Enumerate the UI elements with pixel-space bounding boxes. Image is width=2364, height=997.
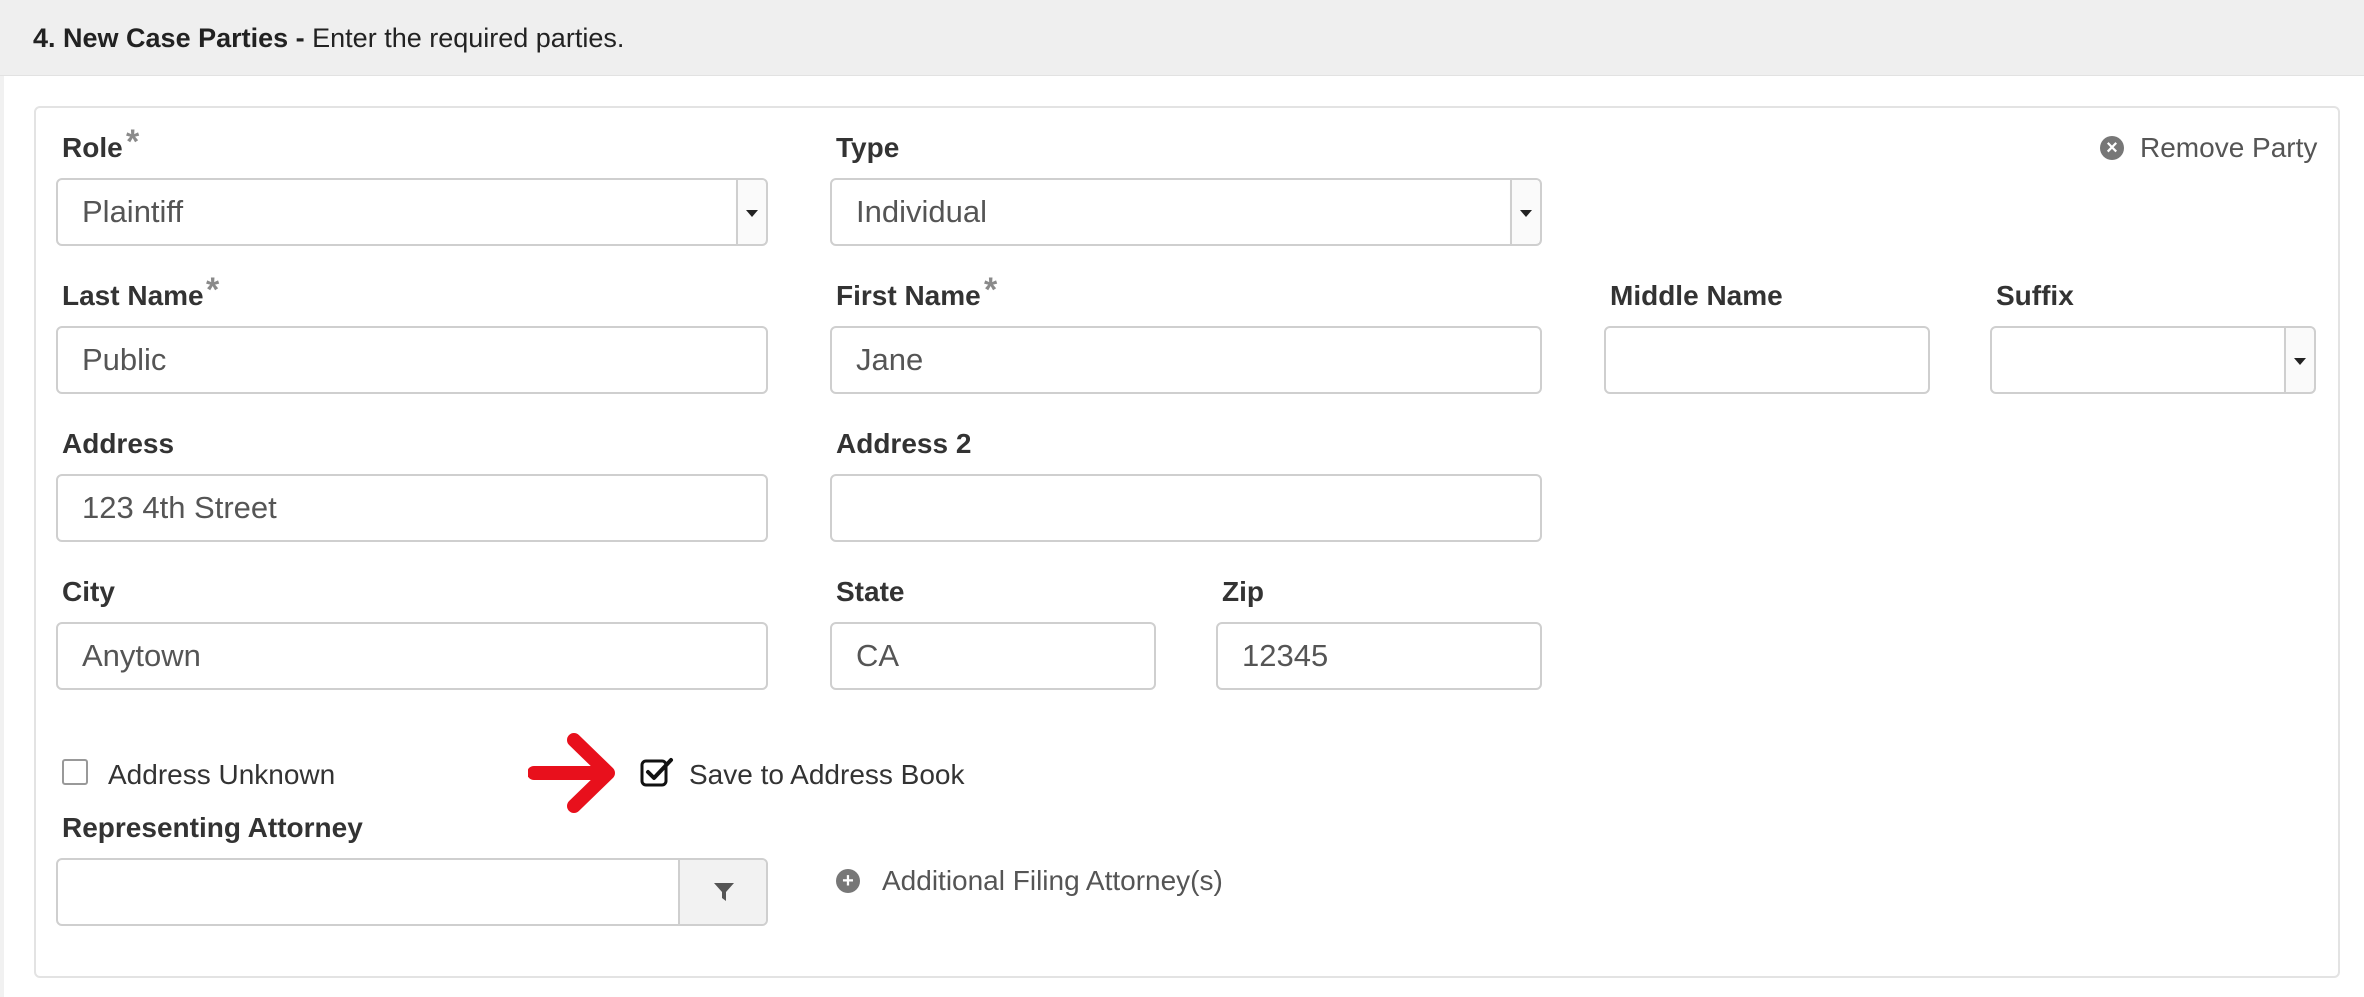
step-title: 4. New Case Parties - — [33, 23, 305, 53]
first-name-required-marker: * — [984, 271, 998, 309]
additional-filing-attorneys-link[interactable]: Additional Filing Attorney(s) — [882, 865, 1223, 897]
role-dropdown-caret[interactable] — [736, 180, 766, 244]
suffix-select[interactable] — [1990, 326, 2316, 394]
filter-icon — [714, 883, 734, 901]
chevron-down-icon — [746, 210, 758, 217]
save-to-address-book-label: Save to Address Book — [689, 759, 965, 790]
type-select[interactable]: Individual — [830, 178, 1542, 246]
last-name-input[interactable]: Public — [56, 326, 768, 394]
chevron-down-icon — [2294, 358, 2306, 365]
first-name-input[interactable]: Jane — [830, 326, 1542, 394]
zip-label: Zip — [1222, 576, 1264, 607]
address-unknown-label: Address Unknown — [108, 759, 336, 790]
first-name-label: First Name — [836, 280, 981, 311]
last-name-required-marker: * — [206, 271, 220, 309]
type-dropdown-caret[interactable] — [1510, 180, 1540, 244]
remove-party-link[interactable]: Remove Party — [2140, 132, 2317, 164]
chevron-down-icon — [1520, 210, 1532, 217]
representing-attorney-input[interactable] — [56, 858, 768, 926]
plus-circle-icon[interactable]: + — [836, 869, 860, 893]
middle-name-input[interactable] — [1604, 326, 1930, 394]
annotation-arrow-icon — [528, 733, 615, 813]
zip-input[interactable]: 12345 — [1216, 622, 1542, 690]
last-name-label: Last Name — [62, 280, 204, 311]
role-select[interactable]: Plaintiff — [56, 178, 768, 246]
address-label: Address — [62, 428, 175, 459]
suffix-label: Suffix — [1996, 280, 2074, 311]
address2-input[interactable] — [830, 474, 1542, 542]
left-rule — [0, 76, 4, 997]
role-required-marker: * — [126, 123, 140, 161]
state-input[interactable]: CA — [830, 622, 1156, 690]
address2-label: Address 2 — [836, 428, 972, 459]
attorney-filter-button[interactable] — [678, 860, 766, 924]
section-header: 4. New Case Parties - Enter the required… — [0, 0, 2364, 76]
suffix-dropdown-caret[interactable] — [2284, 328, 2314, 392]
role-value: Plaintiff — [82, 194, 184, 229]
state-label: State — [836, 576, 905, 607]
step-instruction: Enter the required parties. — [312, 23, 625, 53]
address-unknown-checkbox[interactable] — [62, 759, 88, 785]
type-value: Individual — [856, 194, 987, 229]
city-label: City — [62, 576, 115, 607]
save-to-address-book-checkbox[interactable] — [640, 756, 674, 788]
middle-name-label: Middle Name — [1610, 280, 1783, 311]
type-label: Type — [836, 132, 900, 163]
city-input[interactable]: Anytown — [56, 622, 768, 690]
representing-attorney-label: Representing Attorney — [62, 812, 363, 843]
remove-circle-icon[interactable]: × — [2100, 136, 2124, 160]
role-label: Role — [62, 132, 123, 163]
address-input[interactable]: 123 4th Street — [56, 474, 768, 542]
